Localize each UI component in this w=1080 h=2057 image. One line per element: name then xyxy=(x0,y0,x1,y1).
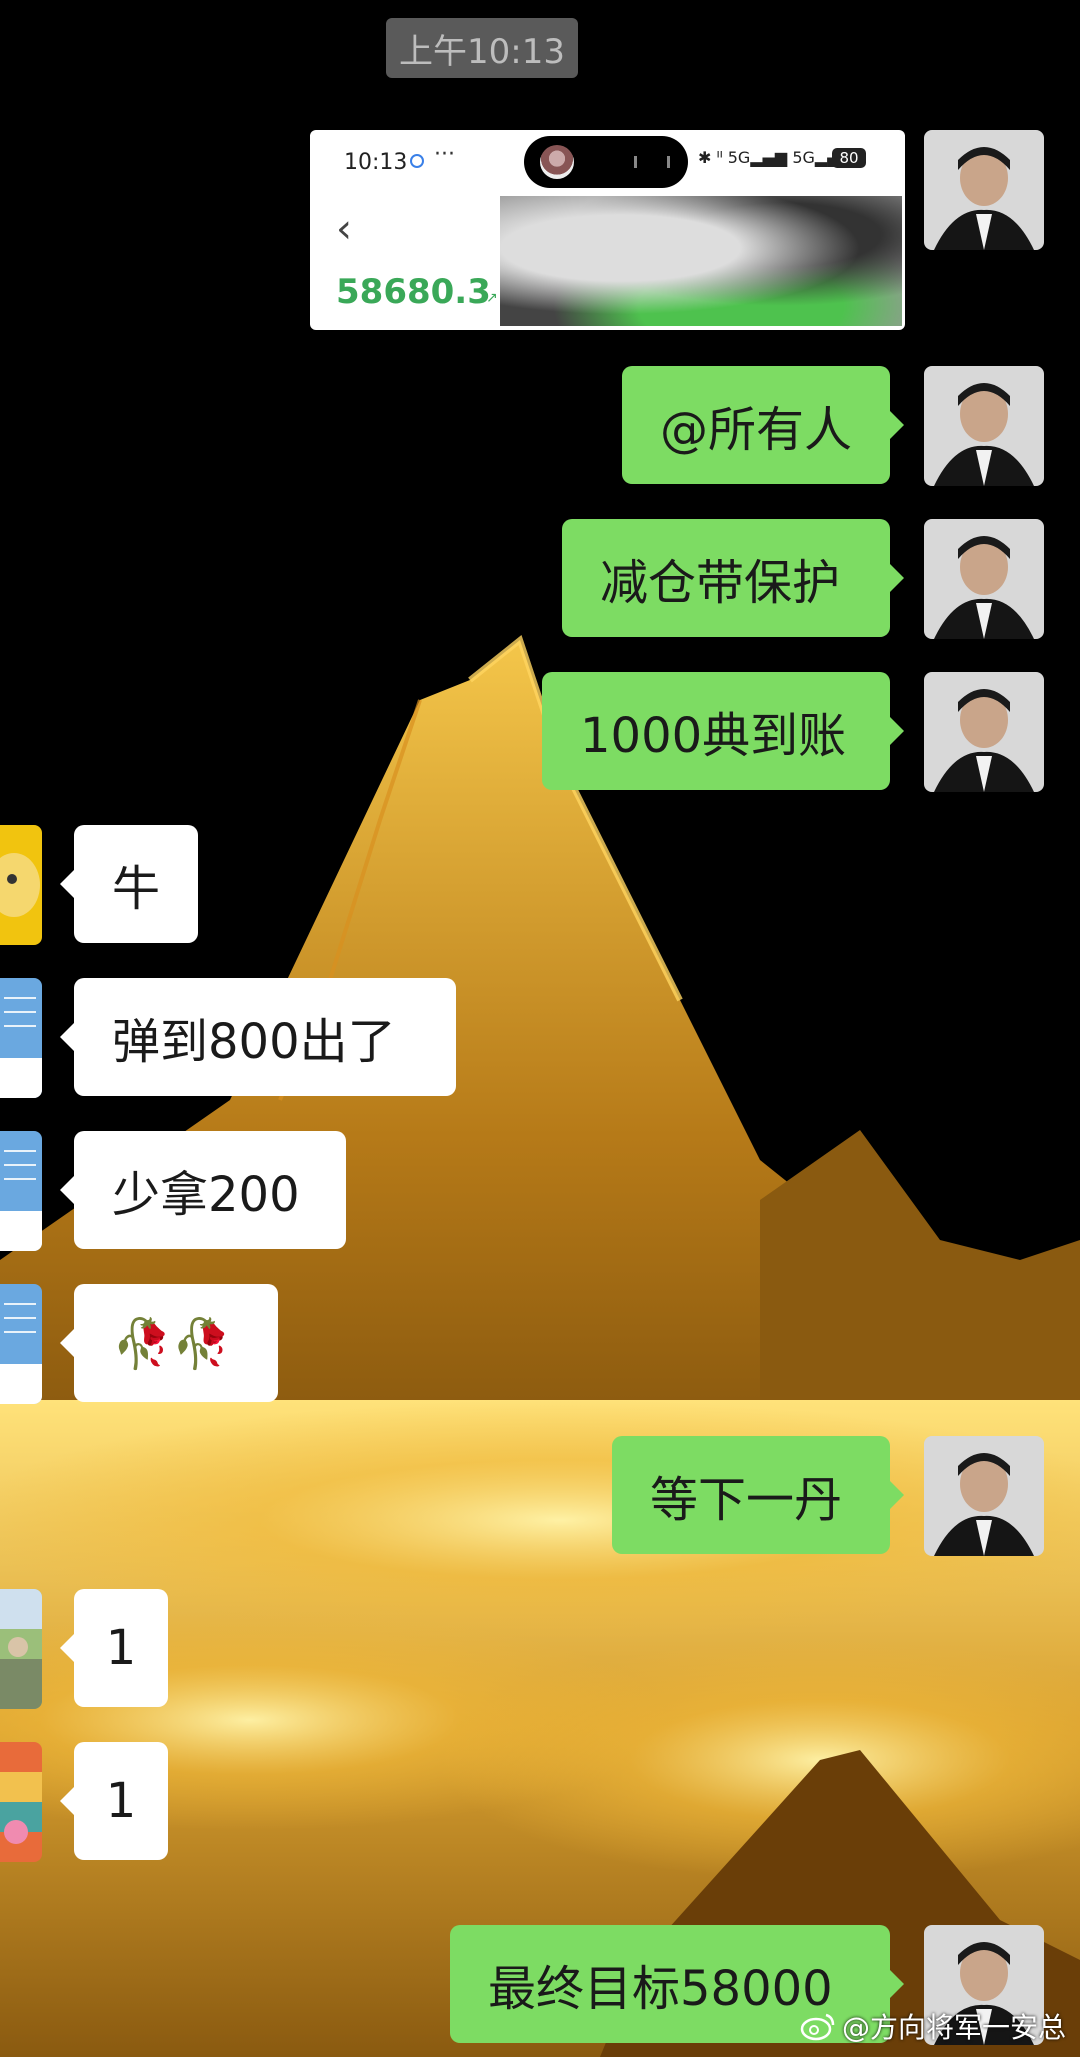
message-timestamp: 上午10:13 xyxy=(386,18,578,78)
message-bubble-received[interactable]: 🥀🥀 xyxy=(60,1284,278,1402)
earbuds-icon: ᑊᑊ xyxy=(716,148,723,167)
message-bubble-sent[interactable]: @所有人 xyxy=(622,366,904,484)
card-dynamic-island xyxy=(524,136,688,188)
avatar-member-image xyxy=(0,1131,42,1251)
avatar-member-image xyxy=(0,825,42,945)
card-status-app-icon xyxy=(410,154,424,168)
avatar-self-image xyxy=(924,1436,1044,1556)
avatar-self-image xyxy=(924,130,1044,250)
avatar-self[interactable] xyxy=(924,1436,1044,1556)
message-bubble-received[interactable]: 1 xyxy=(60,1742,168,1860)
watermark-text: @方向将军一安总 xyxy=(842,2011,1067,2044)
avatar-self-image xyxy=(924,366,1044,486)
network-label: 5G xyxy=(727,148,751,167)
chevron-left-icon: ‹ xyxy=(336,206,352,252)
card-redacted-scribble xyxy=(500,196,902,326)
bluetooth-icon: ✱ xyxy=(698,148,712,167)
wilted-rose-emoji: 🥀🥀 xyxy=(112,1315,232,1372)
avatar-member-sky[interactable] xyxy=(0,1284,42,1404)
avatar-member-sky[interactable] xyxy=(0,1131,42,1251)
card-island-thumbnail xyxy=(540,145,574,179)
avatar-self-image xyxy=(924,519,1044,639)
card-battery-indicator: 80 xyxy=(832,148,866,168)
card-island-audio-icon xyxy=(634,156,670,168)
avatar-member-image xyxy=(0,1742,42,1862)
network-label-2: 5G xyxy=(792,148,815,167)
avatar-member-yellow[interactable] xyxy=(0,825,42,945)
card-status-time: 10:13 xyxy=(344,150,408,175)
message-bubble-sent[interactable]: 减仓带保护 xyxy=(562,519,904,637)
avatar-member-image xyxy=(0,1589,42,1709)
avatar-self-image xyxy=(924,672,1044,792)
avatar-member-colorful[interactable] xyxy=(0,1742,42,1862)
shared-screenshot-image[interactable]: 10:13 ··· ✱ ᑊᑊ 5G▂▄▆ 5G▂▄▆ 80 ‹ 58680.3 … xyxy=(310,130,905,330)
avatar-member-image xyxy=(0,1284,42,1404)
message-bubble-received[interactable]: 牛 xyxy=(60,825,198,943)
message-bubble-received[interactable]: 少拿200 xyxy=(60,1131,346,1249)
avatar-self[interactable] xyxy=(924,519,1044,639)
weibo-watermark: @方向将军一安总 xyxy=(800,2006,1066,2046)
message-bubble-received[interactable]: 1 xyxy=(60,1589,168,1707)
card-status-signal-icons: ✱ ᑊᑊ 5G▂▄▆ 5G▂▄▆ xyxy=(698,148,852,167)
avatar-member-image xyxy=(0,978,42,1098)
avatar-self[interactable] xyxy=(924,366,1044,486)
avatar-member-sky[interactable] xyxy=(0,978,42,1098)
weibo-icon xyxy=(800,2013,835,2041)
signal-icon: ▂▄▆ xyxy=(750,148,788,167)
arrow-icon: ↗ xyxy=(486,290,498,306)
message-bubble-sent[interactable]: 等下一丹 xyxy=(612,1436,904,1554)
card-status-more: ··· xyxy=(434,142,455,167)
message-bubble-received[interactable]: 弹到800出了 xyxy=(60,978,456,1096)
avatar-self[interactable] xyxy=(924,130,1044,250)
card-amount: 58680.3 xyxy=(336,272,491,312)
message-bubble-sent[interactable]: 1000典到账 xyxy=(542,672,904,790)
avatar-self[interactable] xyxy=(924,672,1044,792)
avatar-member-outdoor[interactable] xyxy=(0,1589,42,1709)
